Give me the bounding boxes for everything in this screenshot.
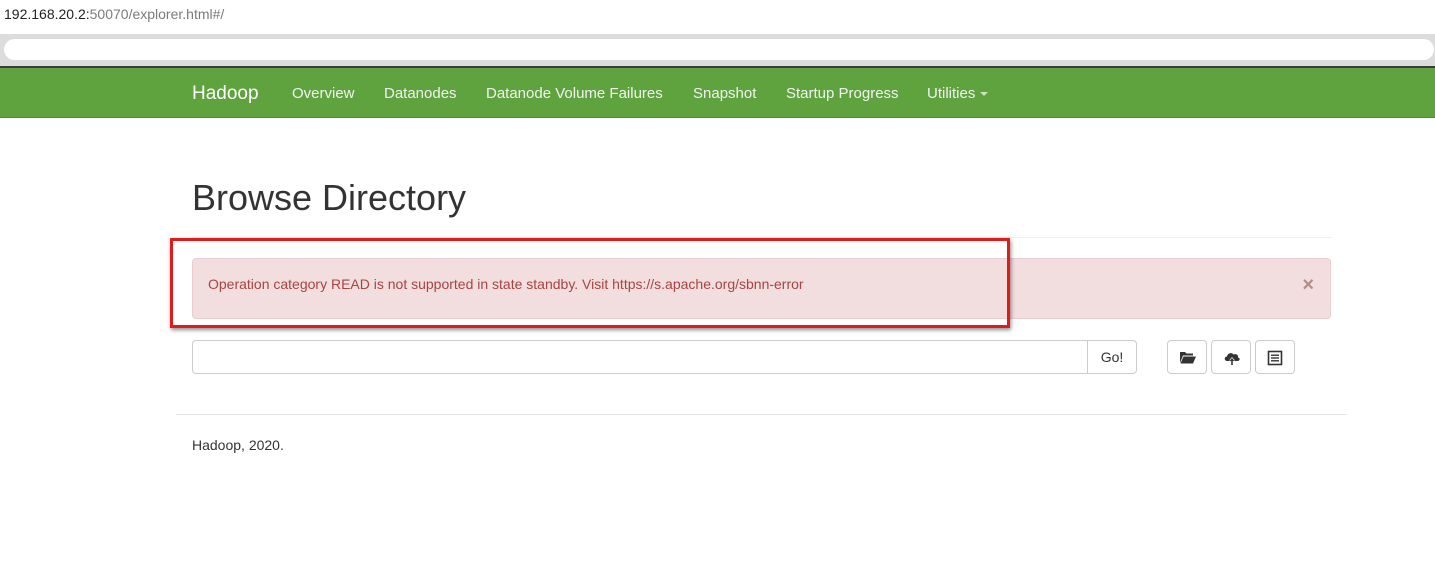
footer-copyright: Hadoop, 2020. [192,437,284,453]
address-path: 50070/explorer.html#/ [89,6,225,22]
footer-divider [176,414,1347,415]
nav-datanodes[interactable]: Datanodes [384,85,457,102]
caret-down-icon [980,92,989,97]
list-alt-icon [1267,350,1283,366]
brand-link[interactable]: Hadoop [192,83,259,105]
nav-overview[interactable]: Overview [292,85,355,102]
create-directory-button[interactable] [1167,340,1207,374]
top-navbar: Hadoop Overview Datanodes Datanode Volum… [0,66,1435,118]
nav-utilities-dropdown[interactable]: Utilities [927,85,989,102]
go-button[interactable]: Go! [1087,340,1137,374]
nav-datanode-volume-failures[interactable]: Datanode Volume Failures [486,85,663,102]
annotation-highlight-box [170,238,1010,328]
cut-paste-button[interactable] [1255,340,1295,374]
upload-button[interactable] [1211,340,1251,374]
nav-snapshot[interactable]: Snapshot [693,85,756,102]
nav-startup-progress[interactable]: Startup Progress [786,85,899,102]
address-host: 192.168.20.2: [4,6,90,22]
directory-path-input[interactable] [192,340,1088,374]
bookmarks-bar [0,34,1435,66]
close-icon[interactable]: × [1302,275,1314,295]
folder-open-icon [1180,352,1196,364]
nav-utilities-label: Utilities [927,85,976,102]
address-url[interactable]: 192.168.20.2:50070/explorer.html#/ [4,6,224,22]
cloud-upload-icon [1224,353,1240,365]
redaction-scribble [4,39,1434,60]
page-title: Browse Directory [192,177,467,218]
address-bar[interactable]: 192.168.20.2:50070/explorer.html#/ [0,0,1435,35]
